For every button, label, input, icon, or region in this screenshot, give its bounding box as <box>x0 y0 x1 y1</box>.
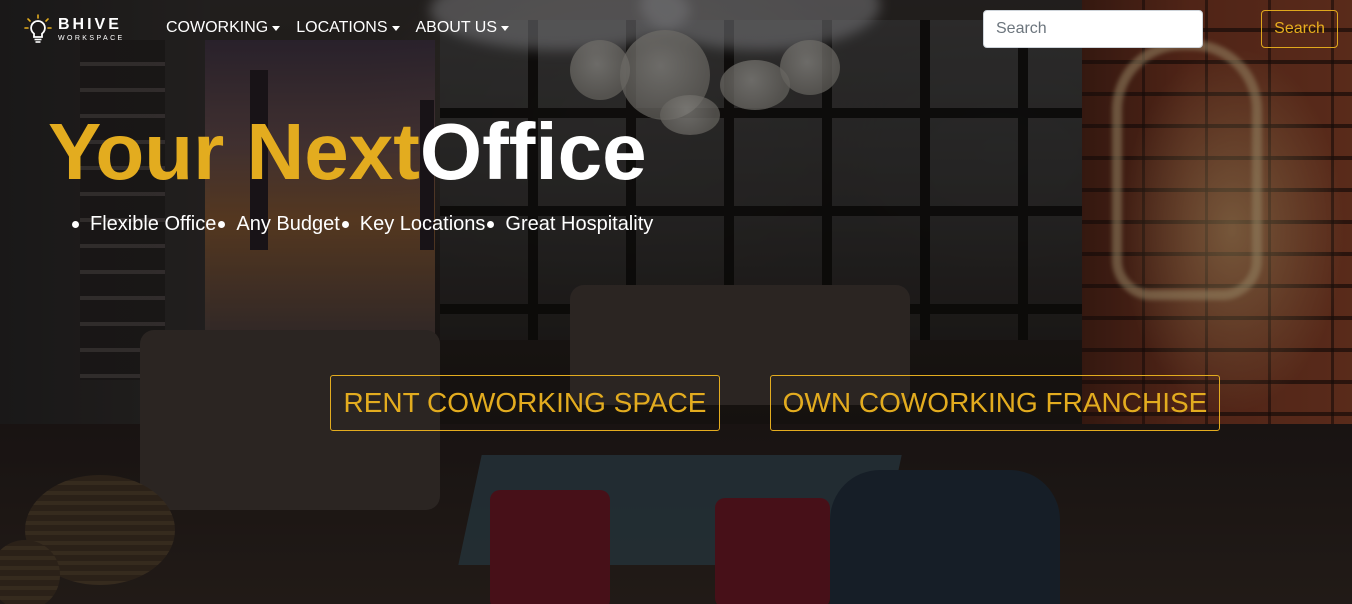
top-navbar: BHIVE WORKSPACE COWORKING LOCATIONS ABOU… <box>0 0 1352 58</box>
nav-item-locations[interactable]: LOCATIONS <box>296 19 400 37</box>
search-button[interactable]: Search <box>1261 10 1338 48</box>
feature-item: Any Budget <box>216 213 339 236</box>
brand-tagline: WORKSPACE <box>58 34 125 42</box>
hero-title: Your NextOffice <box>48 112 647 192</box>
feature-item: Key Locations <box>340 213 486 236</box>
hero-title-plain: Office <box>419 107 647 196</box>
feature-list: Flexible Office Any Budget Key Locations… <box>70 213 653 236</box>
hero-background-image <box>0 0 1352 604</box>
feature-item: Great Hospitality <box>485 213 653 236</box>
nav-item-about-us[interactable]: ABOUT US <box>415 19 509 37</box>
nav-item-label: ABOUT US <box>415 19 498 36</box>
brand-name: BHIVE <box>58 15 122 33</box>
caret-down-icon <box>272 25 281 31</box>
caret-down-icon <box>501 25 509 31</box>
own-coworking-franchise-button[interactable]: OWN COWORKING FRANCHISE <box>770 375 1220 431</box>
nav-item-label: COWORKING <box>166 19 269 36</box>
nav-item-coworking[interactable]: COWORKING <box>166 19 281 37</box>
search-input[interactable] <box>983 10 1203 48</box>
brand-logo[interactable]: BHIVE WORKSPACE <box>24 14 125 44</box>
feature-item: Flexible Office <box>70 213 216 236</box>
hero-title-accent: Your Next <box>48 107 420 196</box>
main-menu: COWORKING LOCATIONS ABOUT US <box>166 19 509 37</box>
caret-down-icon <box>391 25 400 31</box>
lightbulb-icon <box>24 14 52 44</box>
nav-item-label: LOCATIONS <box>296 19 388 36</box>
rent-coworking-space-button[interactable]: RENT COWORKING SPACE <box>330 375 720 431</box>
